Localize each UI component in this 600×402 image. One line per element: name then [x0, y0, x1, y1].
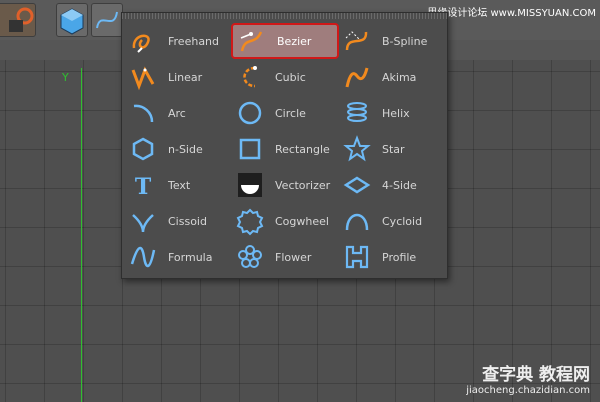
menu-item-cissoid[interactable]: Cissoid [124, 203, 232, 239]
menu-item-label: Circle [275, 106, 306, 120]
menu-item-label: Formula [168, 250, 213, 264]
menu-item-label: Helix [382, 106, 410, 120]
diamond-icon [342, 170, 372, 200]
cycloid-icon [342, 206, 372, 236]
menu-item-flower[interactable]: Flower [231, 239, 339, 275]
y-axis-line [81, 68, 82, 402]
menu-item-label: Linear [168, 70, 203, 84]
rectangle-icon [235, 134, 265, 164]
menu-item-star[interactable]: Star [338, 131, 446, 167]
menu-item-label: Freehand [168, 34, 220, 48]
menu-item-label: Rectangle [275, 142, 330, 156]
bspline-icon [342, 26, 372, 56]
flower-icon [235, 242, 265, 272]
hexagon-icon [128, 134, 158, 164]
linear-icon [128, 62, 158, 92]
menu-item-freehand[interactable]: Freehand [124, 23, 232, 59]
menu-item-n-side[interactable]: n-Side [124, 131, 232, 167]
vectorizer-icon [235, 170, 265, 200]
menu-item-label: n-Side [168, 142, 203, 156]
menu-item-cycloid[interactable]: Cycloid [338, 203, 446, 239]
menu-column-1: Freehand Linear Arc n-Side T Text Cissoid Formu… [124, 23, 232, 275]
y-axis-label: Y [62, 71, 69, 84]
menu-item-4-side[interactable]: 4-Side [338, 167, 446, 203]
menu-item-label: Akima [382, 70, 417, 84]
spline-tools-button[interactable] [91, 3, 123, 37]
akima-icon [342, 62, 372, 92]
menu-drag-handle[interactable] [122, 13, 447, 19]
menu-item-label: B-Spline [382, 34, 428, 48]
menu-item-label: Arc [168, 106, 186, 120]
menu-item-helix[interactable]: Helix [338, 95, 446, 131]
watermark-bottom: 查字典 教程网 jiaocheng.chazidian.com [466, 360, 590, 396]
menu-item-profile[interactable]: Profile [338, 239, 446, 275]
menu-item-label: 4-Side [382, 178, 417, 192]
spline-popup-menu: Freehand Linear Arc n-Side T Text Cissoid Formu… [121, 12, 448, 279]
freehand-icon [128, 26, 158, 56]
svg-text:T: T [135, 174, 152, 200]
menu-item-circle[interactable]: Circle [231, 95, 339, 131]
menu-item-vectorizer[interactable]: Vectorizer [231, 167, 339, 203]
cogwheel-icon [235, 206, 265, 236]
render-settings-button[interactable] [0, 3, 36, 37]
bezier-icon [237, 26, 267, 56]
text-icon: T [128, 170, 158, 200]
menu-column-2: Bezier Cubic Circle Rectangle Vectorizer Cogw… [231, 23, 339, 275]
menu-item-label: Profile [382, 250, 417, 264]
menu-item-label: Cogwheel [275, 214, 329, 228]
menu-item-cogwheel[interactable]: Cogwheel [231, 203, 339, 239]
menu-item-label: Star [382, 142, 405, 156]
menu-item-akima[interactable]: Akima [338, 59, 446, 95]
circle-icon [235, 98, 265, 128]
menu-item-label: Vectorizer [275, 178, 331, 192]
menu-item-formula[interactable]: Formula [124, 239, 232, 275]
cube-button[interactable] [56, 3, 88, 37]
star-icon [342, 134, 372, 164]
watermark-top: 思缘设计论坛 www.MISSYUAN.COM [427, 8, 596, 19]
menu-item-label: Text [168, 178, 191, 192]
profile-icon [342, 242, 372, 272]
menu-item-text[interactable]: T Text [124, 167, 232, 203]
watermark-bottom-title: 查字典 教程网 [482, 365, 590, 385]
menu-item-label: Bezier [277, 34, 312, 48]
cissoid-icon [128, 206, 158, 236]
menu-item-label: Cycloid [382, 214, 423, 228]
formula-icon [128, 242, 158, 272]
menu-item-arc[interactable]: Arc [124, 95, 232, 131]
menu-item-b-spline[interactable]: B-Spline [338, 23, 446, 59]
cubic-icon [235, 62, 265, 92]
menu-item-label: Cissoid [168, 214, 207, 228]
watermark-bottom-url: jiaocheng.chazidian.com [466, 385, 590, 396]
menu-item-label: Cubic [275, 70, 306, 84]
menu-item-bezier[interactable]: Bezier [231, 23, 339, 59]
menu-item-rectangle[interactable]: Rectangle [231, 131, 339, 167]
menu-item-linear[interactable]: Linear [124, 59, 232, 95]
arc-icon [128, 98, 158, 128]
menu-column-3: B-Spline Akima Helix Star 4-Side Cycloid Profi… [338, 23, 446, 275]
helix-icon [342, 98, 372, 128]
menu-item-label: Flower [275, 250, 312, 264]
menu-item-cubic[interactable]: Cubic [231, 59, 339, 95]
